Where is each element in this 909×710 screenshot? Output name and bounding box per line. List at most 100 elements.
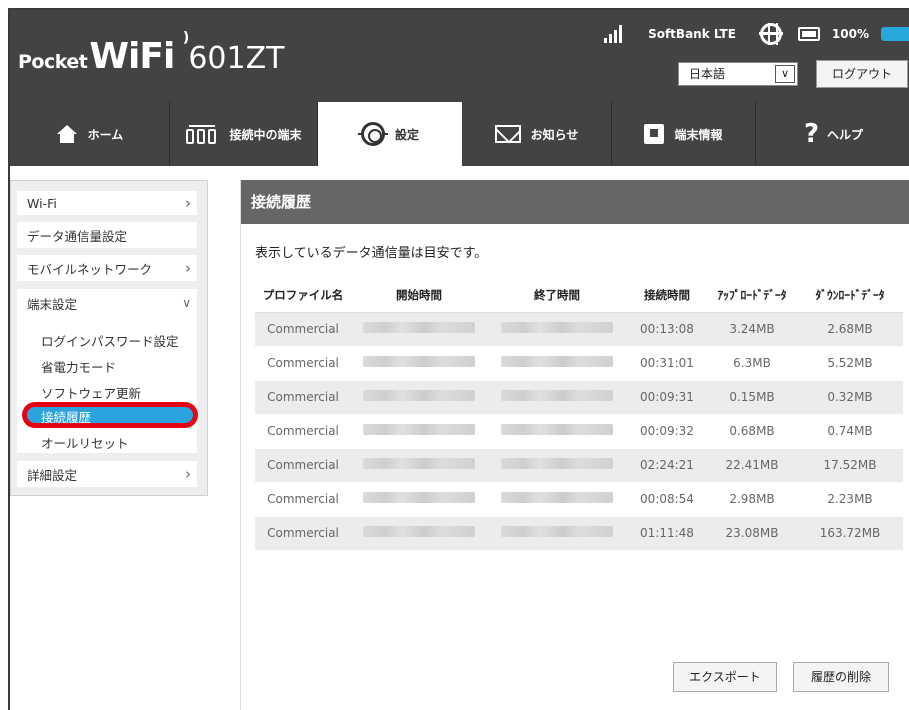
cell-upload: 0.68MB xyxy=(707,414,797,449)
table-row: Commercial 00:31:01 6.3MB 5.52MB xyxy=(255,346,903,381)
cell-upload: 22.41MB xyxy=(707,448,797,483)
home-icon xyxy=(56,125,78,143)
sidebar: Wi-Fi › データ通信量設定 モバイルネットワーク › 端末設定 ∨ ログイ… xyxy=(10,180,208,496)
cell-profile: Commercial xyxy=(255,346,351,381)
tab-settings[interactable]: 設定 xyxy=(318,102,462,166)
mail-icon xyxy=(494,125,521,143)
table-row: Commercial 01:11:48 23.08MB 163.72MB xyxy=(255,516,903,551)
sidebar-item-advanced[interactable]: 詳細設定 › xyxy=(17,461,197,487)
cell-download: 17.52MB xyxy=(797,448,903,483)
chevron-down-icon[interactable]: ∨ xyxy=(775,65,795,83)
cell-end-time-redacted xyxy=(487,346,627,381)
table-row: Commercial 00:09:32 0.68MB 0.74MB xyxy=(255,414,903,449)
table-row: Commercial 00:09:31 0.15MB 0.32MB xyxy=(255,380,903,415)
cell-upload: 0.15MB xyxy=(707,380,797,415)
tab-notices-label: お知らせ xyxy=(530,127,579,142)
sidebar-item-wifi[interactable]: Wi-Fi › xyxy=(17,191,197,215)
cell-upload: 2.98MB xyxy=(707,482,797,517)
cell-profile: Commercial xyxy=(255,448,351,483)
logout-button[interactable]: ログアウト xyxy=(816,60,908,88)
col-end-time: 終了時間 xyxy=(487,278,627,313)
language-select[interactable]: 日本語 ∨ xyxy=(678,62,798,86)
cell-duration: 00:09:31 xyxy=(627,380,707,415)
cell-duration: 00:08:54 xyxy=(627,482,707,517)
sidebar-sub-all-reset[interactable]: オールリセット xyxy=(41,433,129,452)
history-table: プロファイル名 開始時間 終了時間 接続時間 ｱｯﾌﾟﾛｰﾄﾞﾃﾞｰﾀ ﾀﾞｳﾝ… xyxy=(255,278,903,551)
tab-notices[interactable]: お知らせ xyxy=(462,102,612,166)
chevron-right-icon: › xyxy=(185,194,191,212)
cell-duration: 01:11:48 xyxy=(627,516,707,551)
gear-icon xyxy=(357,122,388,146)
sidebar-item-wifi-label: Wi-Fi xyxy=(27,195,57,211)
sidebar-sub-login-password[interactable]: ログインパスワード設定 xyxy=(41,331,179,350)
cell-profile: Commercial xyxy=(255,380,351,415)
cell-download: 2.68MB xyxy=(797,312,903,347)
cell-duration: 02:24:21 xyxy=(627,448,707,483)
cell-profile: Commercial xyxy=(255,414,351,449)
cell-end-time-redacted xyxy=(487,448,627,483)
header-bar: Pocket WiFi) 601ZT SoftBank LTE 100% 日本語… xyxy=(10,10,909,102)
battery-level-bar xyxy=(881,27,909,41)
cell-download: 5.52MB xyxy=(797,346,903,381)
col-upload: ｱｯﾌﾟﾛｰﾄﾞﾃﾞｰﾀ xyxy=(707,278,797,313)
cell-start-time-redacted xyxy=(351,448,487,483)
brand-pocket: Pocket xyxy=(18,51,88,73)
sidebar-item-advanced-label: 詳細設定 xyxy=(27,467,78,483)
main-nav: ホーム 接続中の端末 設定 お知らせ 端末情報 ? ヘルプ xyxy=(10,102,909,166)
cell-start-time-redacted xyxy=(351,380,487,415)
table-header-row: プロファイル名 開始時間 終了時間 接続時間 ｱｯﾌﾟﾛｰﾄﾞﾃﾞｰﾀ ﾀﾞｳﾝ… xyxy=(255,278,903,313)
status-bar: SoftBank LTE 100% xyxy=(604,22,909,46)
sidebar-sub-power-save[interactable]: 省電力モード xyxy=(41,357,116,376)
cell-start-time-redacted xyxy=(351,414,487,449)
tab-help-label: ヘルプ xyxy=(827,127,864,142)
table-row: Commercial 02:24:21 22.41MB 17.52MB xyxy=(255,448,903,483)
tab-connected-devices[interactable]: 接続中の端末 xyxy=(170,102,318,166)
sidebar-item-device-settings[interactable]: 端末設定 ∨ xyxy=(17,289,197,317)
devices-icon xyxy=(185,124,219,144)
sidebar-item-mobile-network[interactable]: モバイルネットワーク › xyxy=(17,255,197,281)
sidebar-item-mobile-network-label: モバイルネットワーク xyxy=(27,261,153,277)
wifi-signal-icon: ) xyxy=(182,30,189,46)
chevron-down-icon: ∨ xyxy=(182,296,191,310)
language-value: 日本語 xyxy=(689,67,726,81)
carrier-label: SoftBank LTE xyxy=(648,27,736,41)
sidebar-item-data-usage[interactable]: データ通信量設定 xyxy=(17,222,197,248)
col-download: ﾀﾞｳﾝﾛｰﾄﾞﾃﾞｰﾀ xyxy=(797,278,903,313)
internet-globe-icon xyxy=(758,23,783,45)
cell-download: 163.72MB xyxy=(797,516,903,551)
chevron-right-icon: › xyxy=(185,465,191,483)
table-row: Commercial 00:13:08 3.24MB 2.68MB xyxy=(255,312,903,347)
cell-end-time-redacted xyxy=(487,312,627,347)
cell-start-time-redacted xyxy=(351,346,487,381)
brand-wifi-text: WiFi xyxy=(89,36,175,77)
page-title: 接続履歴 xyxy=(241,180,909,224)
col-start-time: 開始時間 xyxy=(351,278,487,313)
export-button[interactable]: エクスポート xyxy=(673,662,777,692)
signal-strength-icon xyxy=(604,25,626,43)
tab-device-info[interactable]: 端末情報 xyxy=(612,102,756,166)
sidebar-item-device-settings-label: 端末設定 xyxy=(27,296,78,312)
tab-help[interactable]: ? ヘルプ xyxy=(756,102,909,166)
cell-duration: 00:31:01 xyxy=(627,346,707,381)
tab-connected-devices-label: 接続中の端末 xyxy=(229,127,302,142)
cell-end-time-redacted xyxy=(487,482,627,517)
cell-profile: Commercial xyxy=(255,482,351,517)
sidebar-sub-software-update[interactable]: ソフトウェア更新 xyxy=(41,383,141,402)
tab-device-info-label: 端末情報 xyxy=(674,127,723,142)
usage-notice: 表示しているデータ通信量は目安です。 xyxy=(255,246,488,261)
tab-home[interactable]: ホーム xyxy=(10,102,170,166)
cell-start-time-redacted xyxy=(351,516,487,551)
cell-end-time-redacted xyxy=(487,414,627,449)
cell-end-time-redacted xyxy=(487,516,627,551)
cell-download: 0.74MB xyxy=(797,414,903,449)
delete-history-button[interactable]: 履歴の削除 xyxy=(793,662,889,692)
battery-percent: 100% xyxy=(831,27,869,41)
sidebar-sub-connection-history-label: 接続履歴 xyxy=(41,410,92,425)
cell-start-time-redacted xyxy=(351,482,487,517)
col-duration: 接続時間 xyxy=(627,278,707,313)
cell-upload: 23.08MB xyxy=(707,516,797,551)
cell-start-time-redacted xyxy=(351,312,487,347)
cell-upload: 6.3MB xyxy=(707,346,797,381)
cell-profile: Commercial xyxy=(255,516,351,551)
chevron-right-icon: › xyxy=(185,259,191,277)
